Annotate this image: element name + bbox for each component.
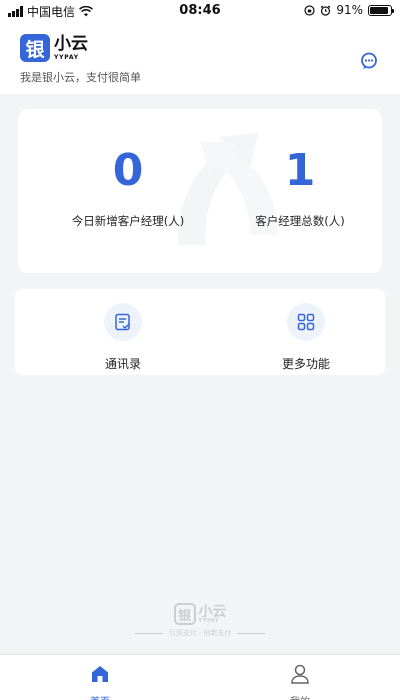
divider — [134, 632, 163, 634]
footer-tagline-row: 引领支付 · 创新支付 — [0, 628, 400, 638]
battery-icon — [368, 4, 394, 16]
status-bar: 中国电信 08:46 91% — [0, 0, 400, 22]
orientation-lock-icon — [304, 4, 315, 16]
alarm-icon — [320, 5, 331, 16]
tab-bar: 首页 我的 — [0, 654, 400, 700]
status-right: 91% — [304, 3, 394, 17]
stat-label: 客户经理总数(人) — [255, 214, 345, 228]
grid-icon — [287, 303, 325, 341]
logo-mark: 银 — [20, 34, 50, 62]
stats-card: 0 今日新增客户经理(人) 1 客户经理总数(人) — [18, 109, 382, 273]
stat-value: 1 — [284, 145, 316, 196]
chat-bubble-icon[interactable] — [360, 52, 378, 70]
stat-total-managers: 1 客户经理总数(人) — [190, 149, 382, 229]
tab-mine-label: 我的 — [260, 693, 340, 700]
tab-home-label: 首页 — [60, 693, 140, 700]
function-card: 通讯录 更多功能 — [15, 289, 385, 375]
battery-percent: 91% — [336, 3, 363, 17]
footer-tagline: 引领支付 · 创新支付 — [168, 629, 232, 637]
home-icon — [92, 666, 108, 682]
footer-logo-text: 小云 YYPAY — [199, 605, 227, 624]
footer-logo: 银 小云 YYPAY — [173, 603, 227, 625]
footer-logo-mark: 银 — [173, 603, 196, 625]
app-header: 银 小云 YYPAY 我是银小云，支付很简单 — [0, 22, 400, 94]
more-functions-label: 更多功能 — [281, 357, 330, 371]
slogan: 我是银小云，支付很简单 — [20, 71, 141, 84]
footer-brand: 银 小云 YYPAY 引领支付 · 创新支付 — [0, 603, 400, 638]
battery-fill — [370, 6, 389, 14]
user-icon — [291, 664, 309, 684]
app-logo: 银 小云 YYPAY — [20, 34, 88, 62]
tab-home[interactable]: 首页 — [60, 663, 140, 700]
app-name-en: YYPAY — [54, 53, 79, 61]
more-functions-button[interactable]: 更多功能 — [256, 303, 356, 372]
app-name: 小云 — [54, 33, 88, 54]
contacts-button[interactable]: 通讯录 — [73, 303, 173, 372]
contacts-icon — [104, 303, 142, 341]
logo-text: 小云 YYPAY — [54, 33, 88, 61]
contacts-label: 通讯录 — [104, 357, 141, 371]
divider — [237, 632, 266, 634]
tab-mine[interactable]: 我的 — [260, 663, 340, 700]
